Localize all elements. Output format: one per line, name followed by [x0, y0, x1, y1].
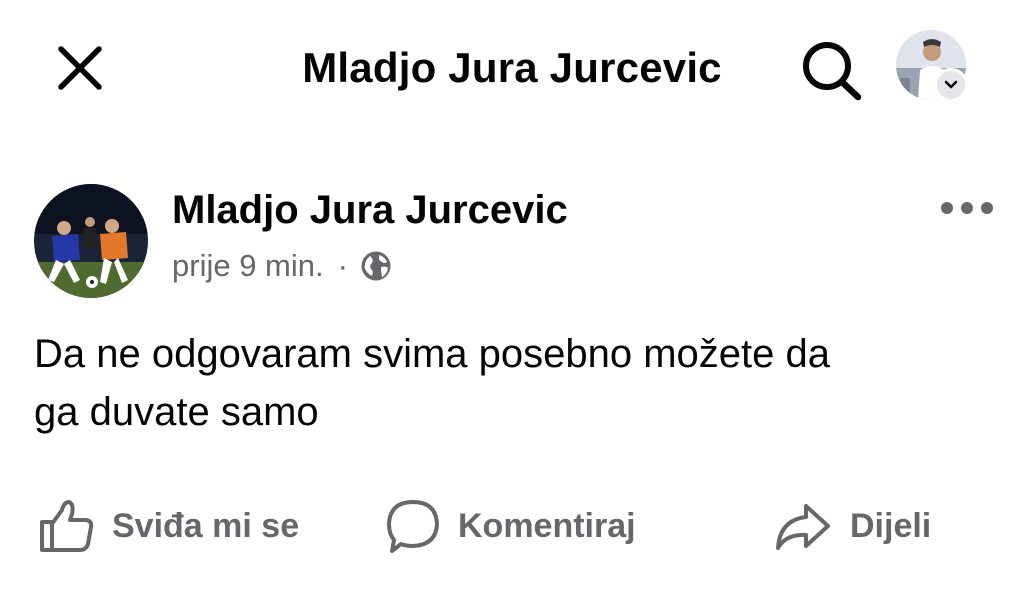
search-button[interactable]	[796, 36, 868, 104]
post-text: Da ne odgovaram svima posebno možete da …	[34, 325, 994, 441]
comment-button[interactable]: Komentiraj	[384, 488, 636, 564]
like-label: Sviđa mi se	[112, 506, 300, 545]
page-title: Mladjo Jura Jurcevic	[302, 44, 722, 91]
chevron-down-icon	[944, 80, 958, 89]
comment-label: Komentiraj	[458, 506, 636, 545]
post-header: Mladjo Jura Jurcevic prije 9 min. ·	[0, 180, 1024, 300]
globe-icon	[361, 251, 391, 281]
meta-separator: ·	[337, 248, 348, 283]
author-name[interactable]: Mladjo Jura Jurcevic	[172, 184, 568, 236]
author-avatar[interactable]	[34, 184, 148, 298]
thumbs-up-icon	[40, 500, 94, 552]
post-text-line: Da ne odgovaram svima posebno možete da	[34, 332, 831, 376]
share-label: Dijeli	[850, 506, 932, 545]
like-button[interactable]: Sviđa mi se	[36, 488, 299, 564]
post-time[interactable]: prije 9 min.	[172, 246, 324, 286]
post-meta: prije 9 min. ·	[172, 246, 392, 286]
profile-menu-button[interactable]	[896, 30, 970, 104]
profile-chevron	[934, 68, 968, 102]
share-icon	[776, 504, 830, 550]
post-action-bar: Sviđa mi se Komentiraj Dijeli	[0, 488, 1024, 564]
search-icon	[803, 42, 862, 101]
comment-icon	[387, 500, 439, 553]
top-bar: Mladjo Jura Jurcevic	[0, 0, 1024, 140]
post-text-line: ga duvate samo	[34, 390, 319, 434]
more-options-icon	[941, 202, 993, 214]
share-button[interactable]: Dijeli	[772, 488, 931, 564]
more-options-button[interactable]	[934, 188, 1000, 228]
